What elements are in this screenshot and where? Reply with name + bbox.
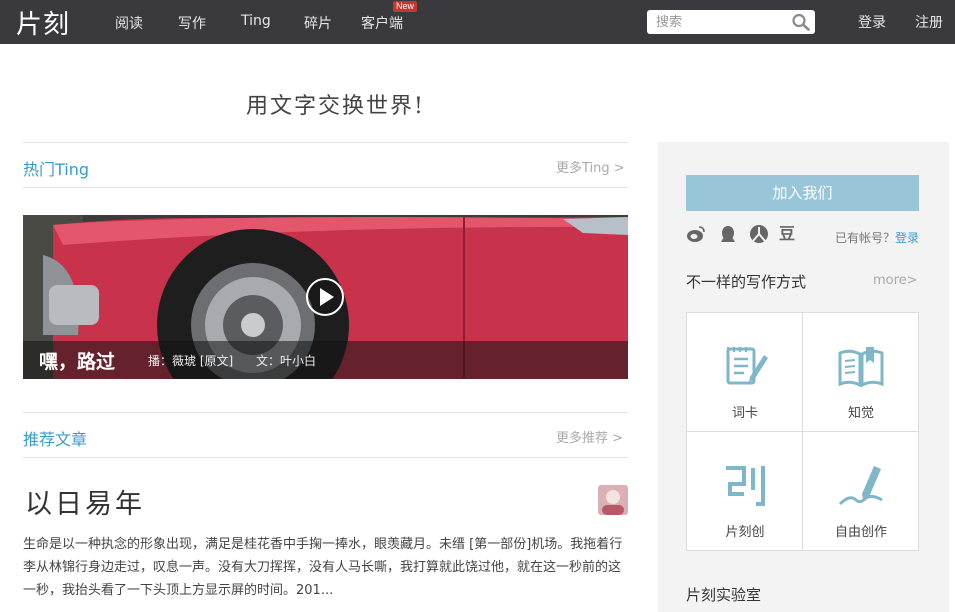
- login-link[interactable]: 登录: [858, 12, 886, 32]
- more-ting-link[interactable]: 更多Ting >: [556, 157, 625, 176]
- join-us-button[interactable]: 加入我们: [686, 175, 919, 211]
- site-logo[interactable]: 片刻: [16, 4, 70, 41]
- new-badge: New: [393, 1, 418, 12]
- hot-ting-title[interactable]: 热门Ting: [23, 156, 89, 180]
- ting-video-banner[interactable]: 嘿，路过 播：薇琥 [原文] 文：叶小白: [23, 215, 628, 379]
- nav-item-read[interactable]: 阅读: [115, 13, 143, 33]
- weibo-icon[interactable]: [686, 224, 706, 244]
- divider: [23, 457, 628, 458]
- article-excerpt: 生命是以一种执念的形象出现，满足是桂花香中手掬一捧水，眼羡藏月。未缙 [第一部份…: [23, 537, 623, 598]
- more-recommended-link[interactable]: 更多推荐 >: [556, 427, 623, 446]
- tool-label: 自由创作: [834, 525, 887, 540]
- author-avatar[interactable]: [598, 485, 628, 515]
- douban-icon[interactable]: 豆: [779, 224, 799, 244]
- tool-pianke-create[interactable]: 片刻创: [687, 432, 803, 550]
- divider: [23, 142, 628, 143]
- nav-item-client[interactable]: 客户端: [361, 13, 403, 33]
- qq-icon[interactable]: [718, 224, 738, 244]
- lab-heading: 片刻实验室: [686, 586, 762, 604]
- ting-author: 文：叶小白: [256, 354, 317, 368]
- writing-modes-heading: 不一样的写作方式: [686, 273, 807, 291]
- play-icon[interactable]: [305, 277, 345, 317]
- recommended-title[interactable]: 推荐文章: [23, 426, 87, 450]
- search-input[interactable]: [647, 10, 787, 34]
- writing-more-link[interactable]: more>: [873, 273, 918, 288]
- tool-label: 词卡: [731, 406, 758, 421]
- register-link[interactable]: 注册: [915, 12, 943, 32]
- search-icon[interactable]: [791, 13, 811, 31]
- divider: [23, 412, 628, 413]
- tool-word-card[interactable]: 词卡: [687, 313, 803, 431]
- site-slogan: 用文字交换世界!: [246, 94, 425, 119]
- tool-label: 知觉: [847, 406, 874, 421]
- sidebar-login-link[interactable]: 登录: [895, 231, 919, 245]
- search-box: [647, 10, 815, 34]
- ting-anchor: 播：薇琥 [原文]: [148, 354, 234, 368]
- tool-perception[interactable]: 知觉: [803, 313, 919, 431]
- tool-free-writing[interactable]: 自由创作: [803, 432, 919, 550]
- pen-signature-icon: [838, 466, 883, 506]
- nav-item-write[interactable]: 写作: [178, 13, 206, 33]
- renren-icon[interactable]: [749, 224, 769, 244]
- nav-item-fragments[interactable]: 碎片: [304, 13, 332, 33]
- tool-label: 片刻创: [725, 525, 765, 540]
- has-account-label: 已有帐号？: [835, 231, 896, 245]
- ting-title[interactable]: 嘿，路过: [39, 347, 115, 374]
- nav-item-ting[interactable]: Ting: [241, 13, 271, 29]
- has-account-text: 已有帐号？登录: [835, 229, 919, 246]
- open-book-icon: [838, 347, 884, 388]
- pianke-logo-icon: [726, 466, 765, 506]
- notepad-pencil-icon: [726, 347, 768, 385]
- banner-caption: 嘿，路过 播：薇琥 [原文] 文：叶小白: [23, 341, 628, 379]
- article-title[interactable]: 以日易年: [25, 482, 145, 521]
- divider: [23, 187, 628, 188]
- writing-tools-grid: 词卡 知觉 片刻创 自由创作: [686, 312, 919, 551]
- top-nav-bar: 片刻 阅读 写作 Ting 碎片 客户端 New 登录 注册: [0, 0, 955, 44]
